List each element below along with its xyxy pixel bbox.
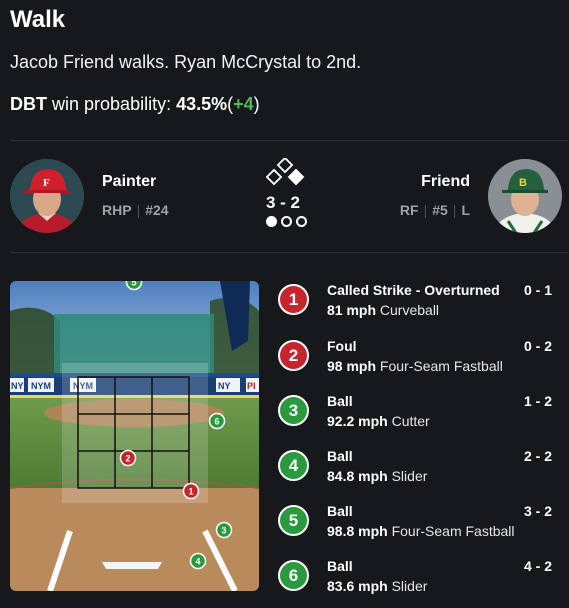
pitch-result: Ball xyxy=(327,558,353,574)
pitch-speed: 98.8 mph xyxy=(327,523,388,539)
pitch-count: 0 - 2 xyxy=(523,338,552,354)
pitch-type: Four-Seam Fastball xyxy=(391,523,515,539)
pitch-count: 3 - 2 xyxy=(523,503,552,519)
outfield-sign: NY xyxy=(218,381,231,391)
outfield-sign: PI xyxy=(247,381,256,391)
batter-position: RF xyxy=(399,202,419,218)
strike-zone-shadow xyxy=(62,363,208,503)
win-probability-label: win probability: xyxy=(52,94,172,114)
first-base-icon xyxy=(287,168,305,186)
svg-text:F: F xyxy=(43,177,50,189)
pitch-marker-label: 3 xyxy=(221,526,226,536)
strike-zone-panel: NYM NYM NYM NY PI 5 6 2 1 3 4 xyxy=(10,281,259,591)
pitch-row[interactable]: 4 Ball 2 - 2 84.8 mph Slider xyxy=(278,446,558,494)
pitch-result: Ball xyxy=(327,503,353,519)
win-probability-value: 43.5% xyxy=(176,94,228,114)
win-probability-paren-close: ) xyxy=(253,94,260,114)
play-title: Walk xyxy=(10,6,66,33)
win-probability-change: +4 xyxy=(233,94,254,114)
pitch-marker-label: 2 xyxy=(125,454,130,464)
pitch-speed: 98 mph xyxy=(327,358,377,374)
pitch-row[interactable]: 3 Ball 1 - 2 92.2 mph Cutter xyxy=(278,391,558,439)
pitch-detail: 81 mph Curveball xyxy=(327,302,439,318)
pitch-row[interactable]: 1 Called Strike - Overturned 0 - 1 81 mp… xyxy=(278,280,558,328)
pitch-type: Curveball xyxy=(379,302,440,318)
pitch-marker-label: 5 xyxy=(131,281,136,288)
pitch-number-badge: 5 xyxy=(278,505,309,536)
pitch-detail: 83.6 mph Slider xyxy=(327,578,427,594)
third-base-icon xyxy=(265,168,283,186)
pitch-type: Slider xyxy=(391,468,428,484)
pitch-marker-5[interactable]: 5 xyxy=(125,281,143,291)
pitcher-name[interactable]: Painter xyxy=(102,173,156,191)
pitch-speed: 92.2 mph xyxy=(327,413,388,429)
batter-avatar[interactable]: B xyxy=(488,159,562,233)
pitch-count: 0 - 1 xyxy=(523,282,552,298)
pitch-count: 2 - 2 xyxy=(523,448,552,464)
pitch-type: Cutter xyxy=(391,413,430,429)
bases-diamond-icon xyxy=(265,158,305,186)
win-probability-team: DBT xyxy=(10,94,47,114)
out-dot xyxy=(296,216,307,227)
out-dot xyxy=(266,216,277,227)
pitch-speed: 83.6 mph xyxy=(327,578,388,594)
batter-number: #5 xyxy=(432,202,448,218)
pitch-marker-label: 4 xyxy=(195,557,200,567)
pitcher-number: #24 xyxy=(145,202,169,218)
pitch-row[interactable]: 2 Foul 0 - 2 98 mph Four-Seam Fastball xyxy=(278,336,558,384)
pitcher-role: RHP xyxy=(102,202,132,218)
outs-indicator xyxy=(266,216,307,227)
pitch-number-badge: 1 xyxy=(278,284,309,315)
pitcher-meta: RHP | #24 xyxy=(102,202,169,218)
batter-name[interactable]: Friend xyxy=(421,173,470,191)
pitcher-headshot-icon: F xyxy=(10,159,84,233)
pitch-marker-3[interactable]: 3 xyxy=(215,521,233,539)
strike-zone-graphic: NYM NYM NYM NY PI 5 6 2 1 3 4 xyxy=(10,281,259,591)
divider xyxy=(10,252,569,253)
out-dot xyxy=(281,216,292,227)
win-probability: DBT win probability: 43.5%(+4) xyxy=(10,94,260,115)
batter-headshot-icon: B xyxy=(488,159,562,233)
pitch-number-badge: 3 xyxy=(278,395,309,426)
pitch-row[interactable]: 6 Ball 4 - 2 83.6 mph Slider xyxy=(278,556,558,604)
pitch-type: Four-Seam Fastball xyxy=(379,358,503,374)
pitch-detail: 92.2 mph Cutter xyxy=(327,413,430,429)
separator: | xyxy=(423,202,428,218)
pitch-marker-label: 1 xyxy=(188,487,193,497)
pitch-speed: 81 mph xyxy=(327,302,377,318)
pitch-detail: 98 mph Four-Seam Fastball xyxy=(327,358,503,374)
separator: | xyxy=(136,202,141,218)
pitch-result: Ball xyxy=(327,448,353,464)
pitch-marker-4[interactable]: 4 xyxy=(189,552,207,570)
pitch-type: Slider xyxy=(391,578,428,594)
pitch-speed: 84.8 mph xyxy=(327,468,388,484)
pitcher-avatar[interactable]: F xyxy=(10,159,84,233)
pitch-result: Ball xyxy=(327,393,353,409)
pitch-number-badge: 6 xyxy=(278,560,309,591)
outfield-sign: NYM xyxy=(31,381,51,391)
pitch-marker-label: 6 xyxy=(214,417,219,427)
pitch-number-badge: 2 xyxy=(278,340,309,371)
pitch-result: Foul xyxy=(327,338,357,354)
second-base-icon xyxy=(276,158,294,174)
separator: | xyxy=(452,202,457,218)
pitch-row[interactable]: 5 Ball 3 - 2 98.8 mph Four-Seam Fastball xyxy=(278,501,558,549)
pitch-marker-6[interactable]: 6 xyxy=(208,412,226,430)
pitch-result: Called Strike - Overturned xyxy=(327,282,500,298)
pitch-detail: 98.8 mph Four-Seam Fastball xyxy=(327,523,515,539)
batter-bats: L xyxy=(461,202,470,218)
pitch-marker-1[interactable]: 1 xyxy=(182,482,200,500)
svg-text:B: B xyxy=(519,177,527,189)
pitch-marker-2[interactable]: 2 xyxy=(119,449,137,467)
play-description: Jacob Friend walks. Ryan McCrystal to 2n… xyxy=(10,52,362,72)
pitch-count: 1 - 2 xyxy=(523,393,552,409)
batter-meta: RF | #5 | L xyxy=(400,202,470,218)
pitch-count: 4 - 2 xyxy=(523,558,552,574)
count: 3 - 2 xyxy=(266,193,301,212)
divider xyxy=(10,140,569,141)
pitch-detail: 84.8 mph Slider xyxy=(327,468,427,484)
pitch-number-badge: 4 xyxy=(278,450,309,481)
